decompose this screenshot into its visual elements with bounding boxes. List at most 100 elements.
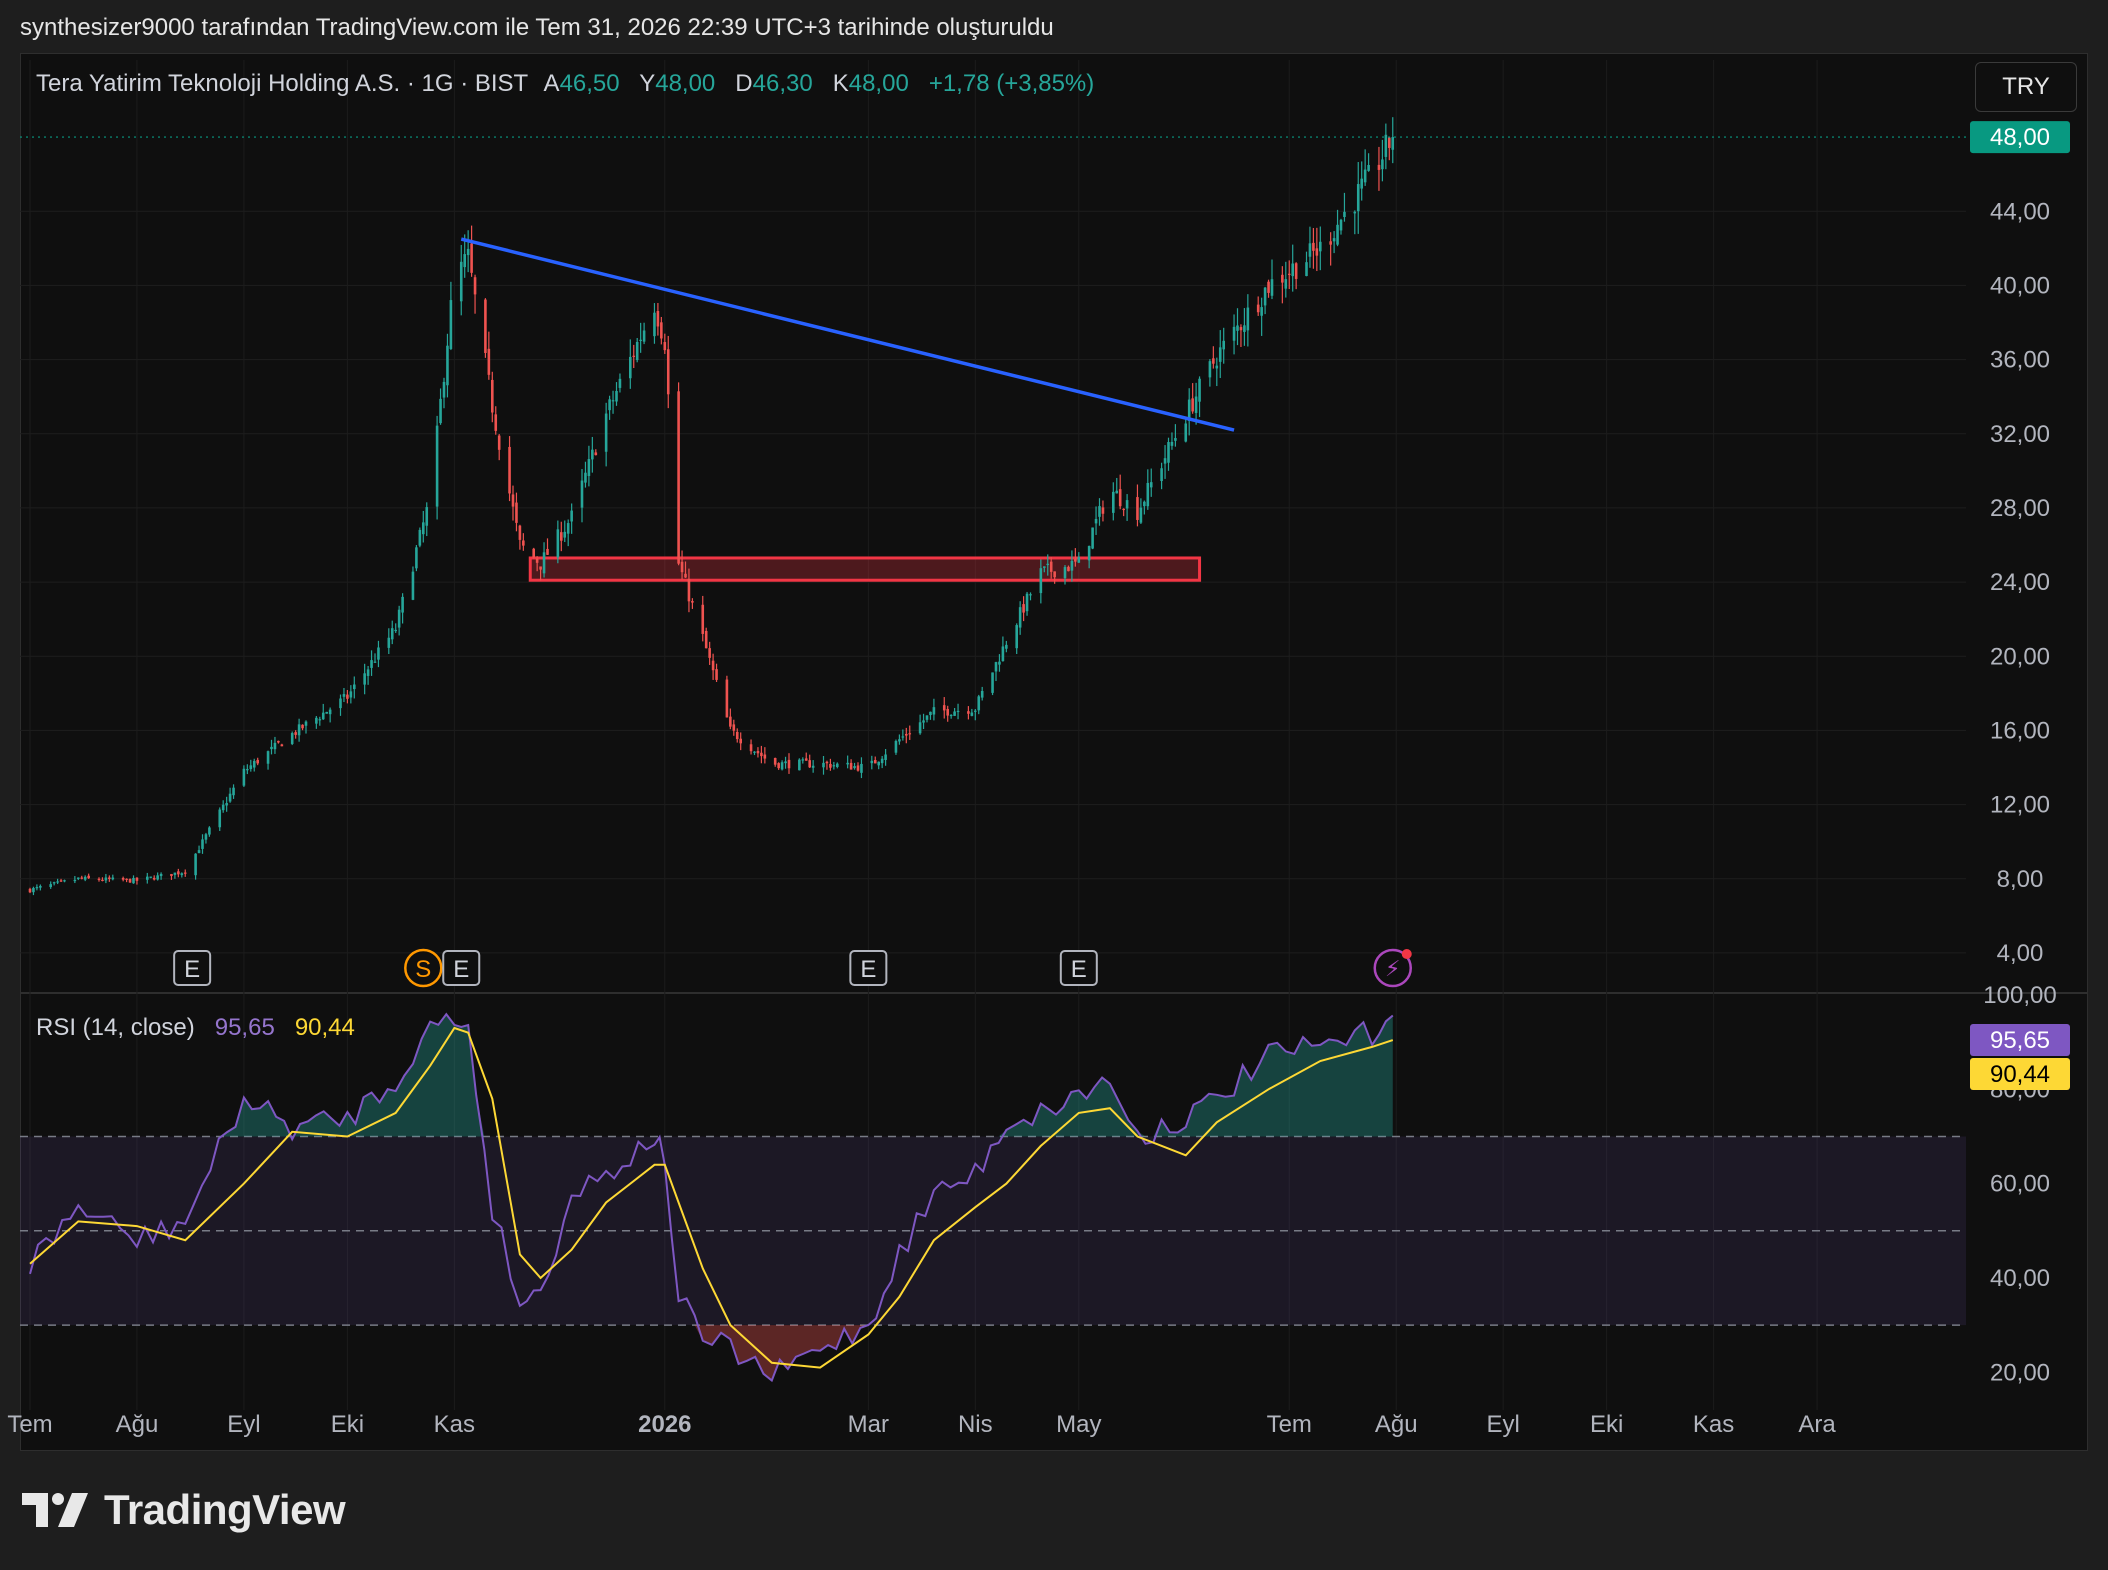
candle-body: [442, 381, 446, 398]
candle-body: [1232, 326, 1236, 341]
candle-body: [1049, 561, 1053, 572]
candle-body: [991, 672, 994, 693]
candle-body: [1377, 164, 1381, 170]
earnings-marker-label: E: [453, 956, 469, 983]
price-tick-label: 8,00: [1997, 866, 2044, 893]
candle-body: [846, 762, 849, 765]
last-price-tag-label: 48,00: [1990, 124, 2050, 151]
candle-body: [1363, 169, 1367, 183]
candle-body: [632, 355, 636, 357]
high-value: 48,00: [655, 70, 716, 97]
candle-body: [1094, 518, 1098, 524]
rsi-tick-label: 20,00: [1990, 1359, 2050, 1386]
earnings-marker-label: E: [1071, 956, 1087, 983]
candle-body: [666, 349, 670, 395]
candle-body: [1143, 501, 1146, 507]
candle-body: [290, 733, 294, 744]
candle-body: [780, 762, 784, 770]
candle-body: [1091, 527, 1094, 549]
candle-body: [570, 510, 573, 522]
candle-body: [1139, 507, 1143, 523]
candle-body: [387, 637, 391, 648]
candle-body: [228, 793, 232, 802]
candle-body: [270, 746, 273, 750]
time-tick-label: May: [1056, 1411, 1101, 1438]
symbol-title: Tera Yatirim Teknoloji Holding A.S. · 1G…: [36, 70, 529, 97]
candle-body: [1294, 263, 1298, 279]
candle-body: [1367, 164, 1370, 171]
price-tick-label: 20,00: [1990, 643, 2050, 670]
candle-body: [1353, 211, 1357, 214]
candle-body: [197, 850, 201, 854]
time-tick-label: Tem: [1267, 1411, 1312, 1438]
candle-body: [1260, 307, 1263, 316]
candle-body: [294, 732, 297, 735]
candle-body: [918, 722, 922, 734]
candle-body: [1039, 568, 1043, 594]
price-tick-label: 40,00: [1990, 272, 2050, 299]
tradingview-wordmark: TradingView: [104, 1486, 346, 1533]
support-zone: [528, 556, 1202, 582]
candle-body: [760, 752, 763, 757]
candle-body: [784, 761, 787, 764]
candle-body: [97, 878, 101, 880]
candle-body: [884, 754, 887, 760]
candle-body: [1015, 625, 1018, 649]
candle-body: [1222, 340, 1225, 350]
candle-body: [604, 413, 608, 452]
chart-svg[interactable]: 4,00 8,00 12,00 16,00 20,00 24,00 28,00 32,00 36…: [0, 0, 2108, 1570]
candle-body: [1215, 365, 1219, 369]
candle-body: [232, 787, 235, 796]
currency-button[interactable]: TRY: [1975, 62, 2077, 112]
candle-body: [756, 751, 760, 754]
candle-body: [439, 398, 442, 424]
candle-body: [539, 566, 542, 570]
candle-body: [325, 711, 328, 714]
candle-body: [1098, 506, 1101, 517]
candle-body: [473, 277, 477, 295]
candle-body: [1319, 241, 1322, 252]
candle-body: [735, 731, 739, 740]
notification-dot: [1401, 949, 1412, 959]
tradingview-logo[interactable]: TradingView: [22, 1486, 346, 1534]
candle-body: [125, 878, 128, 880]
open-label: A: [543, 70, 560, 97]
candle-body: [739, 738, 742, 744]
candle-body: [80, 877, 84, 879]
candle-body: [729, 716, 732, 727]
price-tick-label: 44,00: [1990, 198, 2050, 225]
time-tick-label: Ağu: [116, 1411, 159, 1438]
candle-body: [715, 669, 718, 680]
candle-body: [297, 724, 301, 736]
candle-body: [946, 709, 949, 716]
candle-body: [277, 740, 280, 743]
candle-body: [304, 721, 308, 726]
candle-body: [580, 480, 584, 508]
candle-body: [301, 724, 304, 729]
time-tick-label: Eyl: [227, 1411, 260, 1438]
candle-body: [194, 853, 197, 876]
candle-body: [535, 558, 539, 563]
candle-body: [73, 879, 77, 882]
candle-body: [183, 872, 187, 874]
candle-body: [266, 751, 270, 764]
candle-body: [829, 763, 832, 768]
candle-body: [1005, 644, 1008, 649]
candle-body: [366, 669, 370, 676]
candle-body: [1074, 558, 1077, 562]
candle-body: [1384, 134, 1388, 157]
candle-body: [873, 760, 877, 764]
candle-body: [101, 879, 104, 882]
candle-body: [822, 762, 825, 768]
candle-body: [49, 884, 52, 888]
candle-body: [111, 877, 115, 880]
candle-body: [466, 248, 470, 256]
candle-body: [1077, 556, 1081, 563]
candle-body: [1136, 497, 1139, 520]
candle-body: [763, 754, 767, 759]
time-tick-label: Kas: [1693, 1411, 1734, 1438]
candle-body: [77, 877, 80, 879]
candle-body: [346, 694, 349, 699]
price-tick-label: 16,00: [1990, 717, 2050, 744]
candle-body: [511, 494, 515, 507]
